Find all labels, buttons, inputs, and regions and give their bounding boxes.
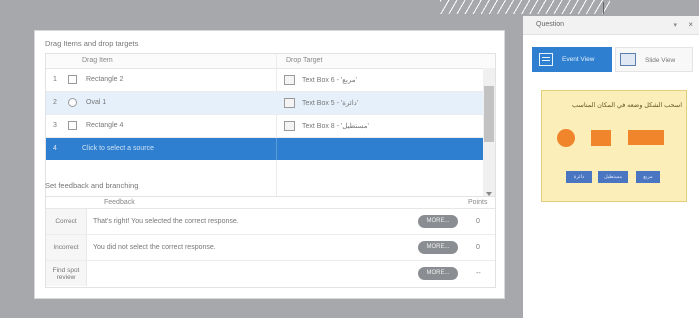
col-drop-target: Drop Target [286, 57, 323, 64]
slide-preview[interactable]: اسحب الشكل وضعه في المكان المناسب دائرة … [541, 90, 687, 202]
feedback-text[interactable]: You did not select the correct response. [93, 244, 216, 251]
shape-icon [68, 121, 77, 130]
column-divider [276, 138, 277, 160]
event-view-label: Event View [562, 56, 595, 63]
feedback-label: Correct [46, 209, 87, 234]
preview-textbox: دائرة [566, 171, 592, 183]
top-divider-line [603, 2, 604, 14]
oval-icon [68, 98, 77, 107]
drag-drop-header: Drag Item Drop Target [46, 54, 495, 69]
points-value[interactable]: 0 [476, 244, 480, 251]
col-feedback: Feedback [104, 199, 135, 206]
row-number: 2 [53, 99, 57, 106]
drag-drop-editor-panel: Drag Items and drop targets Drag Item Dr… [34, 30, 505, 299]
preview-textbox: مستطيل [598, 171, 628, 183]
feedback-label: Incorrect [46, 235, 87, 260]
drag-item-label: Rectangle 4 [86, 122, 124, 129]
question-pane-header: Question ▾ × [523, 16, 699, 35]
more-button[interactable]: MORE... [418, 215, 458, 228]
row-number: 4 [53, 145, 57, 152]
drop-target-label: Text Box 5 - 'دائرة' [302, 100, 359, 107]
textbox-icon [284, 121, 295, 131]
drop-target-label: Text Box 8 - 'مستطيل' [302, 123, 369, 130]
slide-view-button[interactable]: Slide View [615, 47, 693, 72]
textbox-icon [284, 98, 295, 108]
preview-textbox: مربع [636, 171, 660, 183]
top-hatch-decoration [440, 0, 610, 14]
event-view-button[interactable]: Event View [532, 47, 612, 72]
points-value[interactable]: -- [476, 270, 481, 277]
slide-view-label: Slide View [645, 57, 676, 64]
textbox-icon [284, 75, 295, 85]
preview-square-shape [591, 130, 611, 146]
row-number: 3 [53, 122, 57, 129]
row-number: 1 [53, 76, 57, 83]
feedback-row-review: Find spot review MORE... -- [46, 261, 495, 286]
drag-drop-grid: Drag Item Drop Target 1 Rectangle 2 Text… [45, 53, 496, 199]
points-value[interactable]: 0 [476, 218, 480, 225]
preview-rectangle-shape [628, 130, 664, 145]
feedback-grid: Feedback Points Correct That's right! Yo… [45, 196, 496, 288]
feedback-row-correct: Correct That's right! You selected the c… [46, 209, 495, 235]
shape-icon [68, 75, 77, 84]
vertical-scrollbar[interactable] [483, 68, 495, 198]
select-source-prompt[interactable]: Click to select a source [82, 145, 154, 152]
drag-row-3[interactable]: 3 Rectangle 4 Text Box 8 - 'مستطيل' [46, 115, 483, 138]
question-pane-title: Question [536, 21, 565, 28]
preview-circle-shape [557, 129, 575, 147]
feedback-text[interactable]: That's right! You selected the correct r… [93, 218, 239, 225]
drag-row-1[interactable]: 1 Rectangle 2 Text Box 6 - 'مربع' [46, 69, 483, 92]
drag-item-label: Rectangle 2 [86, 76, 124, 83]
drag-item-label: Oval 1 [86, 99, 107, 106]
feedback-row-incorrect: Incorrect You did not select the correct… [46, 235, 495, 261]
feedback-section-title: Set feedback and branching [45, 181, 139, 190]
slide-icon [620, 53, 636, 66]
drop-target-label: Text Box 6 - 'مربع' [302, 77, 357, 84]
more-button[interactable]: MORE... [418, 241, 458, 254]
feedback-header: Feedback Points [46, 197, 495, 209]
close-icon[interactable]: × [688, 20, 693, 29]
pane-options-icon[interactable]: ▾ [673, 21, 677, 29]
drag-drop-section-title: Drag Items and drop targets [45, 39, 139, 48]
question-pane: Question ▾ × Event View Slide View اسحب … [523, 16, 699, 318]
list-icon [539, 53, 553, 66]
drag-row-new[interactable]: 4 Click to select a source [46, 138, 483, 160]
feedback-label: Find spot review [46, 261, 87, 286]
scrollbar-thumb[interactable] [484, 86, 494, 142]
preview-title: اسحب الشكل وضعه في المكان المناسب [572, 102, 682, 109]
col-points: Points [468, 199, 488, 206]
more-button[interactable]: MORE... [418, 267, 458, 280]
drag-row-2[interactable]: 2 Oval 1 Text Box 5 - 'دائرة' [46, 92, 483, 115]
col-drag-item: Drag Item [82, 57, 113, 64]
